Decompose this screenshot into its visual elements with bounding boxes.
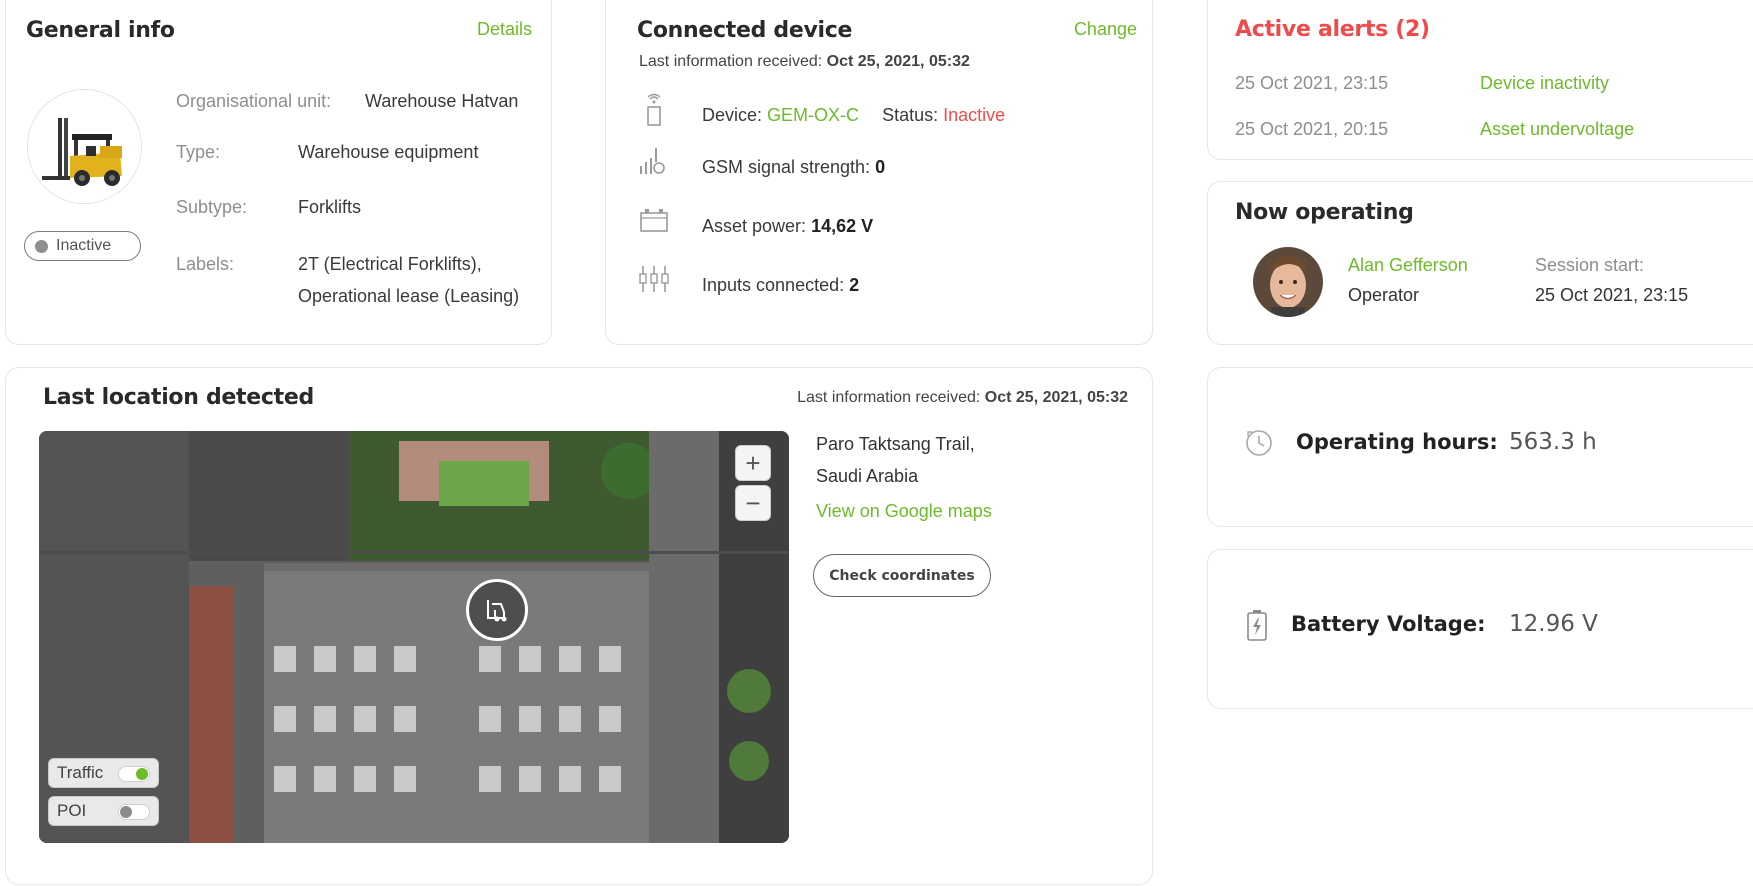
location-last-info-value: Oct 25, 2021, 05:32 (984, 389, 1128, 406)
asset-power-row: Asset power: 14,62 V (702, 216, 873, 237)
field-value-subtype: Forklifts (298, 197, 361, 217)
field-label-organisational-unit: Organisational unit: (176, 91, 332, 111)
operator-role: Operator (1348, 285, 1420, 305)
battery-power-icon (640, 209, 668, 232)
field-label-labels: Labels: (176, 254, 235, 274)
view-on-google-maps-link[interactable]: View on Google maps (816, 501, 992, 522)
field-value-labels-2: Operational lease (Leasing) (298, 286, 520, 306)
details-link[interactable]: Details (477, 19, 532, 40)
battery-icon (1247, 610, 1267, 641)
traffic-switch[interactable] (118, 766, 150, 782)
field-label-type: Type: (176, 142, 221, 162)
gsm-row: GSM signal strength: 0 (702, 157, 885, 178)
inputs-connector-icon (639, 266, 669, 292)
device-antenna-icon (647, 93, 661, 126)
gsm-value: 0 (875, 157, 886, 177)
operating-hours-card: Operating hours: 563.3 h (1207, 367, 1753, 527)
asset-power-label: Asset power: (702, 216, 807, 236)
traffic-toggle[interactable]: Traffic (48, 758, 159, 788)
address-line-2: Saudi Arabia (816, 466, 919, 486)
battery-voltage-value: 12.96 V (1509, 611, 1598, 637)
now-operating-card: Now operating Alan Gefferson Operator Se… (1207, 181, 1753, 345)
status-badge: Inactive (24, 231, 141, 261)
status-dot-icon (35, 239, 48, 253)
check-coordinates-button[interactable]: Check coordinates (813, 554, 991, 597)
device-last-info-label: Last information received: (639, 53, 823, 70)
inputs-row: Inputs connected: 2 (702, 275, 859, 296)
poi-toggle-label: POI (57, 801, 87, 820)
device-last-info-value: Oct 25, 2021, 05:32 (826, 53, 970, 70)
poi-switch-knob (120, 806, 132, 818)
connected-device-card: Connected device Change Last information… (605, 0, 1153, 345)
field-value-type: Warehouse equipment (298, 142, 479, 162)
traffic-switch-knob (136, 768, 148, 780)
location-last-info: Last information received: Oct 25, 2021,… (797, 389, 1128, 407)
inputs-label: Inputs connected: (702, 275, 845, 295)
forklift-marker-icon (487, 600, 507, 622)
address-line-1: Paro Taktsang Trail, (816, 434, 975, 454)
battery-voltage-card: Battery Voltage: 12.96 V (1207, 549, 1753, 709)
operating-hours-value: 563.3 h (1509, 429, 1597, 455)
device-status-value: Inactive (943, 105, 1006, 125)
alert-link-device-inactivity[interactable]: Device inactivity (1480, 73, 1609, 94)
now-operating-title: Now operating (1235, 200, 1414, 225)
general-info-title: General info (26, 18, 175, 43)
poi-switch[interactable] (118, 804, 150, 820)
general-info-card: General info Details Inactive Organisati… (5, 0, 552, 345)
inputs-value: 2 (849, 275, 860, 295)
asset-location-marker[interactable] (466, 579, 528, 641)
operator-name-link[interactable]: Alan Gefferson (1348, 255, 1468, 276)
field-label-subtype: Subtype: (176, 197, 248, 217)
alert-time: 25 Oct 2021, 23:15 (1235, 73, 1389, 93)
change-device-link[interactable]: Change (1074, 19, 1137, 40)
alert-time: 25 Oct 2021, 20:15 (1235, 119, 1389, 139)
active-alerts-card: Active alerts (2) 25 Oct 2021, 23:15 Dev… (1207, 0, 1753, 160)
device-id-link[interactable]: GEM-OX-C (767, 105, 859, 125)
asset-power-value: 14,62 V (811, 216, 874, 236)
device-status-label: Status: (882, 105, 939, 125)
zoom-out-button[interactable]: − (735, 485, 771, 521)
poi-toggle[interactable]: POI (48, 796, 159, 826)
operator-avatar (1253, 247, 1323, 317)
last-location-card: Last location detected Last information … (5, 367, 1153, 885)
connected-device-title: Connected device (637, 18, 853, 43)
forklift-image (28, 90, 141, 203)
asset-avatar (27, 89, 142, 204)
device-label: Device: (702, 105, 763, 125)
session-start-label: Session start: (1535, 255, 1645, 275)
signal-strength-icon (640, 148, 665, 174)
status-badge-label: Inactive (56, 237, 112, 254)
operator-photo (1253, 247, 1323, 317)
field-value-organisational-unit: Warehouse Hatvan (365, 91, 519, 111)
gsm-label: GSM signal strength: (702, 157, 871, 177)
active-alerts-title: Active alerts (2) (1235, 17, 1430, 42)
last-location-title: Last location detected (43, 385, 314, 410)
clock-icon (1246, 430, 1272, 456)
session-start-value: 25 Oct 2021, 23:15 (1535, 285, 1689, 305)
location-last-info-label: Last information received: (797, 389, 981, 406)
battery-voltage-label: Battery Voltage: (1291, 612, 1486, 636)
traffic-toggle-label: Traffic (57, 763, 104, 782)
operating-hours-label: Operating hours: (1296, 430, 1498, 454)
zoom-in-button[interactable]: + (735, 445, 771, 481)
alert-link-asset-undervoltage[interactable]: Asset undervoltage (1480, 119, 1634, 140)
field-value-labels-1: 2T (Electrical Forklifts), (298, 254, 482, 274)
device-row: Device: GEM-OX-C Status: Inactive (702, 105, 1005, 126)
location-map[interactable]: + − Traffic POI (39, 431, 789, 843)
device-last-info: Last information received: Oct 25, 2021,… (639, 53, 970, 71)
